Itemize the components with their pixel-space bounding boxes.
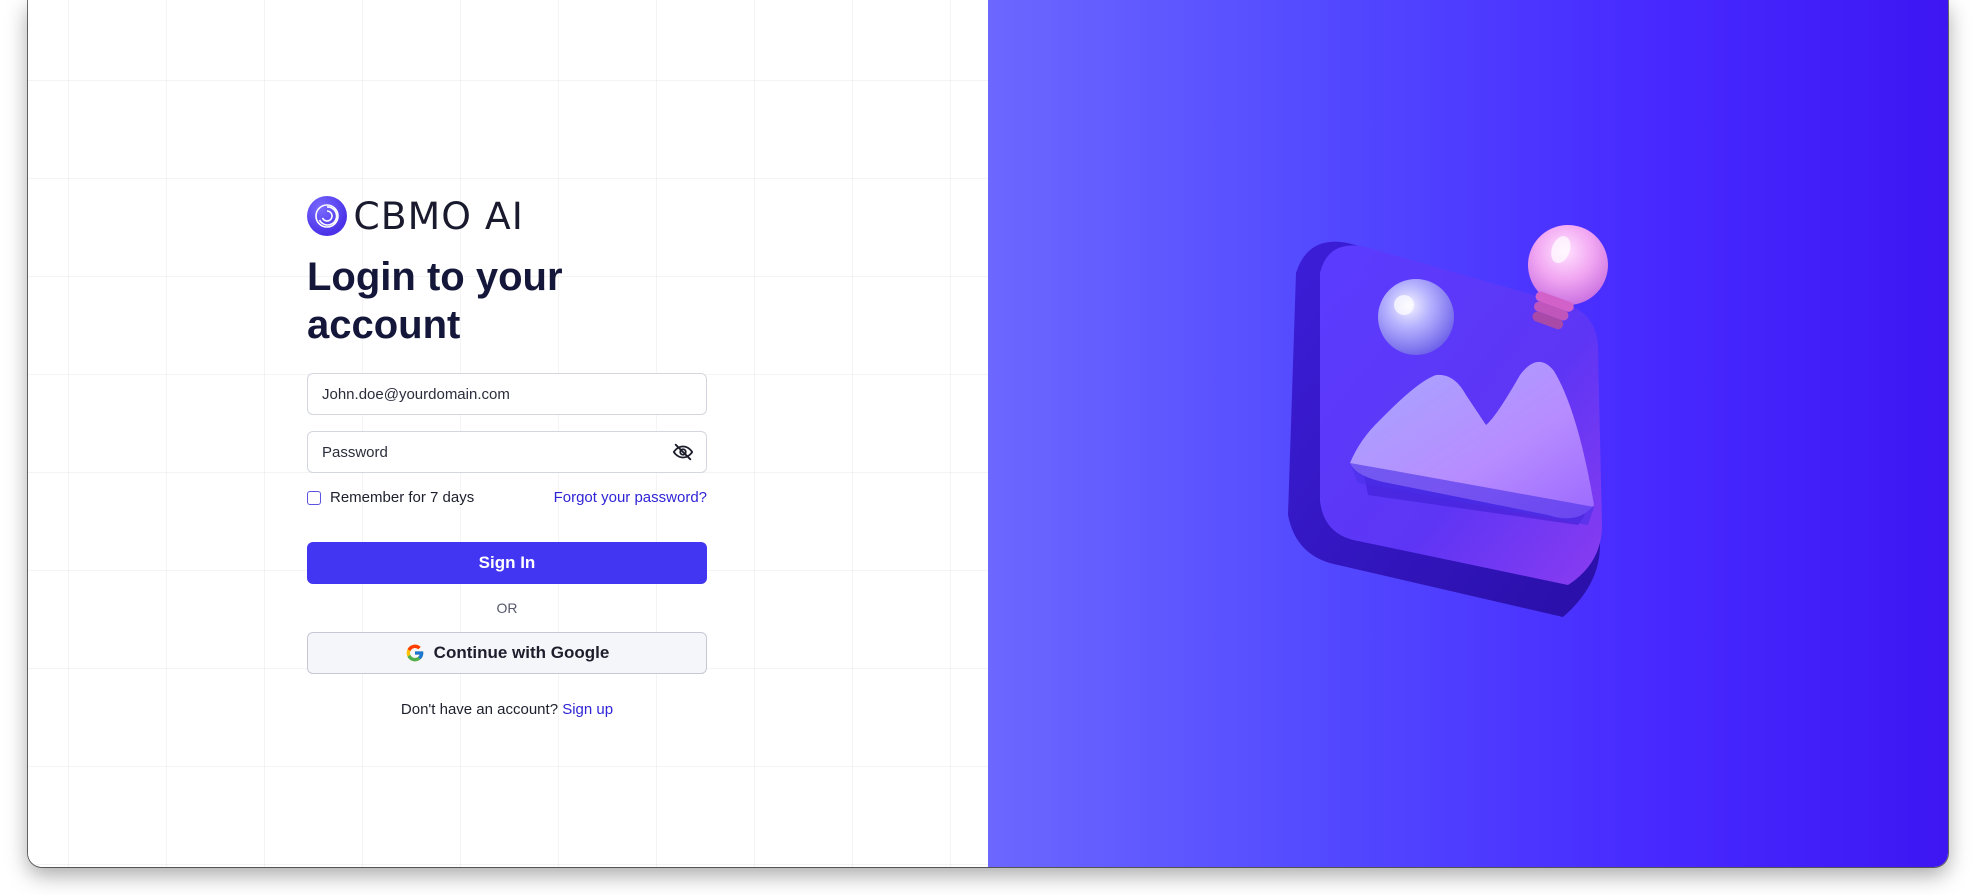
email-input[interactable] (320, 384, 694, 404)
options-row: Remember for 7 days Forgot your password… (307, 489, 707, 506)
sign-up-link[interactable]: Sign up (562, 701, 613, 718)
password-input[interactable] (320, 442, 672, 462)
sign-in-button[interactable]: Sign In (307, 542, 707, 584)
image-placeholder-illustration (1288, 225, 1608, 617)
google-signin-button[interactable]: Continue with Google (307, 632, 707, 674)
signup-prompt: Don't have an account? Sign up (307, 701, 707, 718)
google-button-label: Continue with Google (433, 643, 610, 662)
remember-label: Remember for 7 days (330, 489, 475, 506)
app-window: CBMO AI Login to your account John.doe@y… (28, 0, 1948, 867)
or-divider: OR (496, 600, 518, 616)
login-form: CBMO AI Login to your account John.doe@y… (307, 195, 707, 718)
eye-off-icon[interactable] (672, 441, 694, 463)
login-panel: CBMO AI Login to your account John.doe@y… (28, 0, 988, 867)
google-icon (406, 644, 424, 662)
brand-logo-icon (307, 196, 347, 236)
email-field[interactable] (307, 373, 707, 415)
page-title: Login to your account (307, 255, 563, 347)
remember-me[interactable]: Remember for 7 days (307, 489, 474, 506)
brand-name: CBMO AI (353, 194, 524, 238)
forgot-password-link[interactable]: Forgot your password? (554, 489, 707, 506)
brand: CBMO AI (307, 194, 707, 238)
remember-checkbox[interactable] (307, 490, 321, 505)
password-field[interactable] (307, 431, 707, 473)
no-account-text: Don't have an account? (400, 701, 559, 718)
illustration-panel (988, 0, 1948, 867)
